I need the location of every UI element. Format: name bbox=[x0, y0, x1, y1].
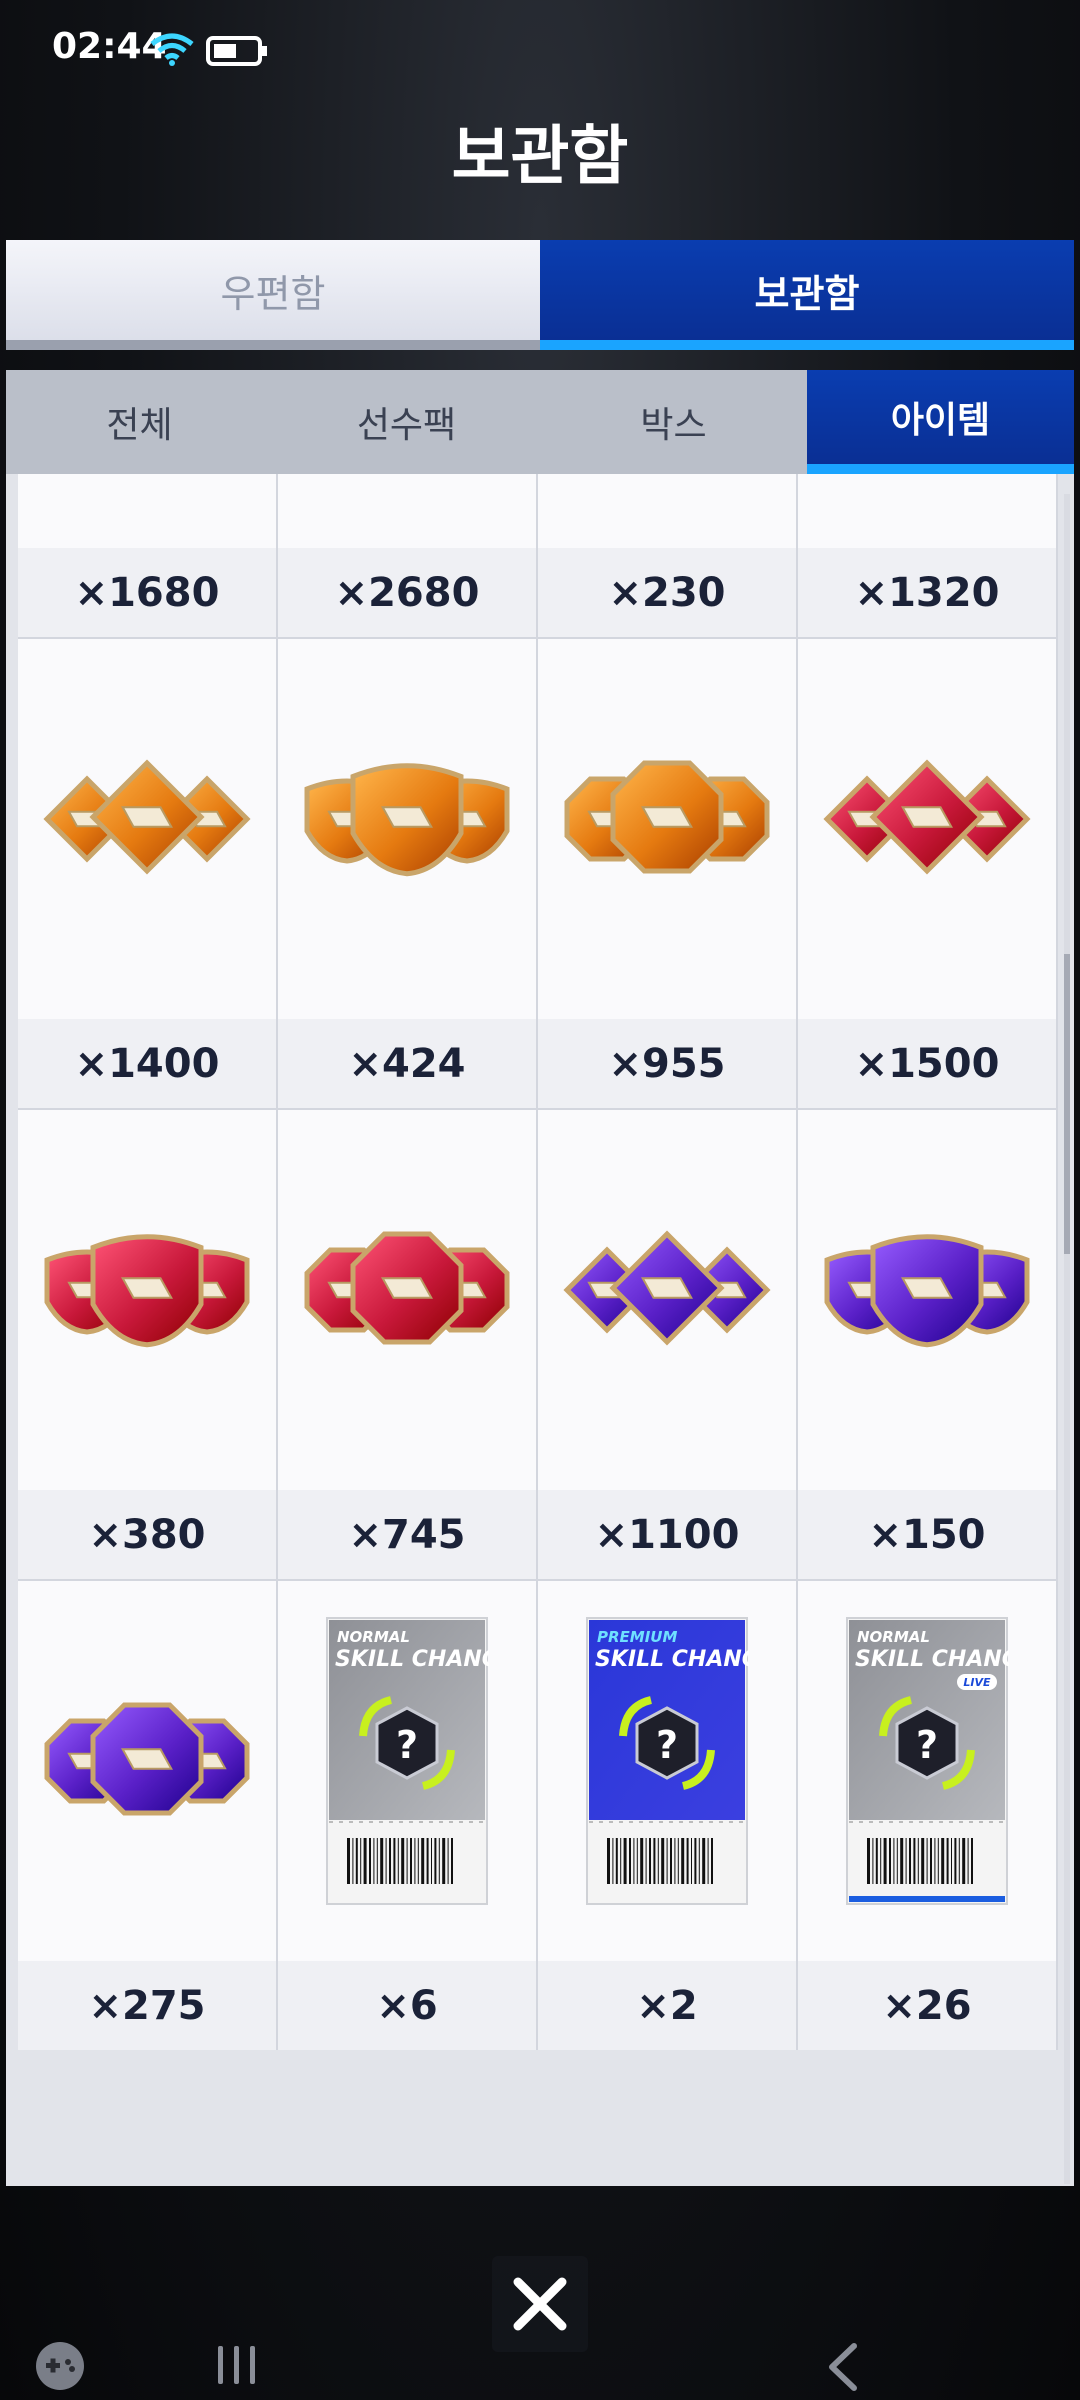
ticket-label: PREMIUM bbox=[597, 1628, 677, 1646]
item-cell[interactable]: ×1500 bbox=[798, 639, 1056, 1108]
item-count: ×745 bbox=[278, 1490, 536, 1579]
status-bar: 02:44 bbox=[0, 0, 1080, 100]
item-count: ×1400 bbox=[18, 1019, 276, 1108]
item-count: ×380 bbox=[18, 1490, 276, 1579]
item-cell[interactable]: ×1100 bbox=[538, 1110, 796, 1579]
lime-shield-gem-icon bbox=[538, 474, 796, 528]
item-cell[interactable]: ×1680 bbox=[18, 474, 276, 637]
purple-octagon-gem-icon bbox=[18, 1581, 276, 1941]
item-cell[interactable]: ×1320 bbox=[798, 474, 1056, 637]
item-cell[interactable]: ×955 bbox=[538, 639, 796, 1108]
item-cell[interactable]: NORMAL SKILL CHANGE ? ×6 bbox=[278, 1581, 536, 2050]
back-icon[interactable] bbox=[822, 2340, 862, 2398]
item-count: ×26 bbox=[798, 1961, 1056, 2050]
item-grid: ×1680 ×2680 ×230 ×1320 ×1400 ×424 ×955 ×… bbox=[18, 474, 1058, 2050]
orange-diamond-gem-icon bbox=[18, 639, 276, 999]
scrollbar[interactable] bbox=[1064, 494, 1070, 2184]
item-count: ×2680 bbox=[278, 548, 536, 637]
item-count: ×1320 bbox=[798, 548, 1056, 637]
ticket-label: ? bbox=[656, 1723, 678, 1767]
skill-change-ticket-icon: NORMAL SKILL CHANGE ? bbox=[278, 1581, 536, 1941]
sub-tabs: 전체 선수팩 박스 아이템 bbox=[6, 370, 1074, 474]
skill-change-ticket-icon: PREMIUM SKILL CHANGE ? bbox=[538, 1581, 796, 1941]
subtab-player-pack[interactable]: 선수팩 bbox=[273, 370, 540, 474]
tab-storage[interactable]: 보관함 bbox=[540, 240, 1074, 350]
purple-shield-gem-icon bbox=[798, 1110, 1056, 1470]
blue-shield-gem-icon bbox=[18, 474, 276, 528]
item-cell[interactable]: ×424 bbox=[278, 639, 536, 1108]
item-count: ×275 bbox=[18, 1961, 276, 2050]
lime-octagon-gem-icon bbox=[798, 474, 1056, 528]
item-cell[interactable]: ×150 bbox=[798, 1110, 1056, 1579]
ticket-label: SKILL CHANGE bbox=[855, 1647, 1009, 1672]
orange-octagon-gem-icon bbox=[538, 639, 796, 999]
skill-change-ticket-icon: NORMAL SKILL CHANGE LIVE ? bbox=[798, 1581, 1056, 1941]
tab-mailbox[interactable]: 우편함 bbox=[6, 240, 540, 350]
main-tabs: 우편함 보관함 bbox=[6, 240, 1074, 350]
battery-icon bbox=[206, 36, 270, 70]
ticket-label: LIVE bbox=[963, 1676, 991, 1689]
ticket-label: NORMAL bbox=[857, 1628, 930, 1646]
purple-diamond-gem-icon bbox=[538, 1110, 796, 1470]
red-shield-gem-icon bbox=[18, 1110, 276, 1470]
item-cell[interactable]: ×2680 bbox=[278, 474, 536, 637]
item-count: ×150 bbox=[798, 1490, 1056, 1579]
ticket-label: NORMAL bbox=[337, 1628, 410, 1646]
subtab-all[interactable]: 전체 bbox=[6, 370, 273, 474]
orange-shield-gem-icon bbox=[278, 639, 536, 999]
lime-diamond-gem-icon bbox=[278, 474, 536, 528]
item-cell[interactable]: ×1400 bbox=[18, 639, 276, 1108]
red-octagon-gem-icon bbox=[278, 1110, 536, 1470]
item-count: ×1500 bbox=[798, 1019, 1056, 1108]
item-cell[interactable]: ×745 bbox=[278, 1110, 536, 1579]
ticket-label: SKILL CHANGE bbox=[335, 1647, 489, 1672]
item-cell[interactable]: ×275 bbox=[18, 1581, 276, 2050]
ticket-label: ? bbox=[396, 1723, 418, 1767]
item-cell[interactable]: ×230 bbox=[538, 474, 796, 637]
item-grid-container[interactable]: ×1680 ×2680 ×230 ×1320 ×1400 ×424 ×955 ×… bbox=[6, 474, 1074, 2186]
ticket-label: ? bbox=[916, 1723, 938, 1767]
subtab-box[interactable]: 박스 bbox=[540, 370, 807, 474]
item-count: ×6 bbox=[278, 1961, 536, 2050]
item-count: ×230 bbox=[538, 548, 796, 637]
red-diamond-gem-icon bbox=[798, 639, 1056, 999]
page-title: 보관함 bbox=[451, 120, 629, 194]
scrollbar-thumb[interactable] bbox=[1064, 954, 1070, 1254]
item-cell[interactable]: PREMIUM SKILL CHANGE ? ×2 bbox=[538, 1581, 796, 2050]
recent-apps-icon[interactable] bbox=[212, 2340, 262, 2394]
wifi-icon bbox=[150, 32, 194, 70]
item-count: ×1680 bbox=[18, 548, 276, 637]
game-controller-icon[interactable] bbox=[34, 2340, 86, 2396]
item-count: ×424 bbox=[278, 1019, 536, 1108]
ticket-label: SKILL CHANGE bbox=[595, 1647, 749, 1672]
subtab-item[interactable]: 아이템 bbox=[807, 370, 1074, 474]
item-count: ×2 bbox=[538, 1961, 796, 2050]
item-cell[interactable]: NORMAL SKILL CHANGE LIVE ? ×26 bbox=[798, 1581, 1056, 2050]
navigation-bar bbox=[0, 2300, 1080, 2400]
item-count: ×955 bbox=[538, 1019, 796, 1108]
item-cell[interactable]: ×380 bbox=[18, 1110, 276, 1579]
item-count: ×1100 bbox=[538, 1490, 796, 1579]
